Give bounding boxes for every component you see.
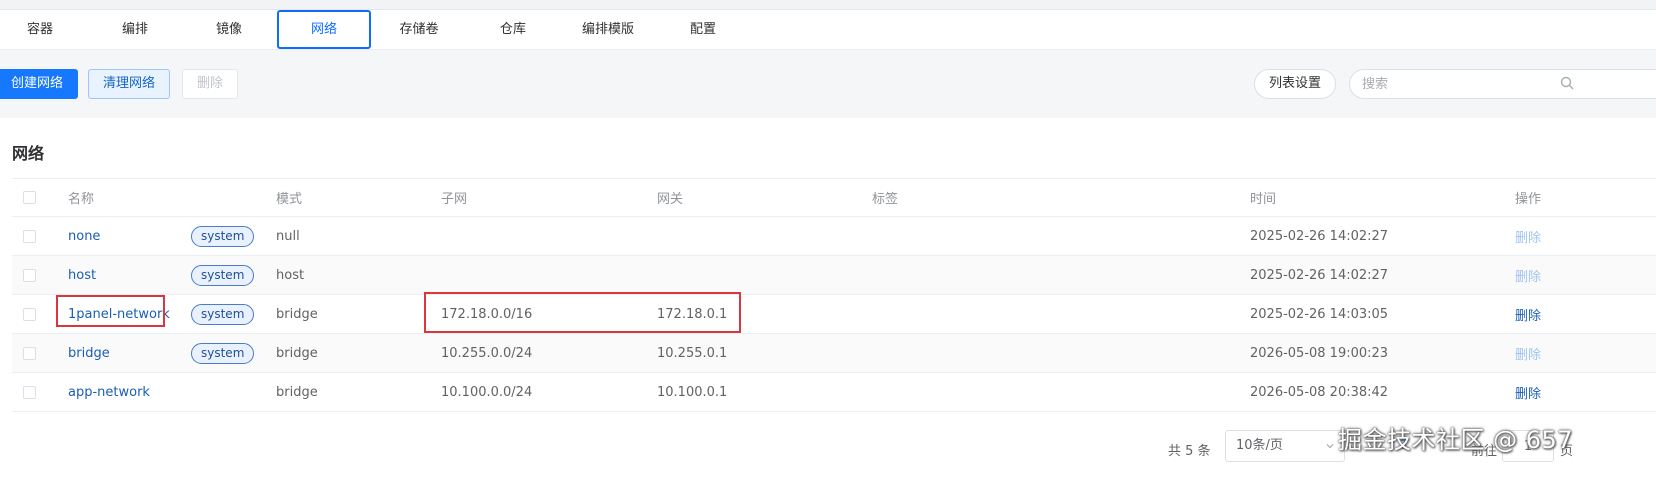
header-time: 时间 bbox=[1250, 192, 1277, 207]
header-name: 名称 bbox=[68, 192, 95, 207]
cell-time: 2025-02-26 14:02:27 bbox=[1250, 267, 1389, 283]
network-name-link[interactable]: app-network bbox=[68, 385, 150, 400]
tab-bar: 容器 编排 镜像 网络 存储卷 仓库 编排模版 配置 bbox=[0, 10, 1656, 50]
cell-mode: host bbox=[276, 267, 305, 283]
page-size-select[interactable]: 10条/页 bbox=[1225, 430, 1345, 462]
cell-labels bbox=[872, 256, 1250, 295]
delete-button[interactable]: 删除 bbox=[182, 69, 239, 99]
system-tag: system bbox=[191, 303, 255, 325]
search-icon[interactable] bbox=[1560, 76, 1574, 90]
cell-mode: bridge bbox=[276, 384, 318, 400]
tab-containers[interactable]: 容器 bbox=[0, 10, 80, 50]
pagination-total: 共 5 条 bbox=[1168, 444, 1211, 459]
search-input[interactable] bbox=[1349, 69, 1656, 99]
tab-volumes[interactable]: 存储卷 bbox=[376, 10, 462, 50]
row-delete-button[interactable]: 删除 bbox=[1515, 348, 1541, 363]
header-ops: 操作 bbox=[1515, 192, 1542, 207]
cell-gateway: 172.18.0.1 bbox=[657, 306, 728, 322]
tab-repositories[interactable]: 仓库 bbox=[470, 10, 556, 50]
row-delete-button[interactable]: 删除 bbox=[1515, 387, 1541, 402]
cell-subnet bbox=[441, 256, 657, 295]
network-name-link[interactable]: bridge bbox=[68, 346, 110, 361]
table-header: 名称 模式 子网 网关 标签 时间 操作 bbox=[12, 178, 1656, 217]
prune-network-button[interactable]: 清理网络 bbox=[88, 69, 171, 99]
table-row: 1panel-network system bridge 172.18.0.0/… bbox=[12, 295, 1656, 334]
watermark: 掘金技术社区 @ 657 bbox=[1338, 426, 1574, 454]
cell-mode: null bbox=[276, 228, 300, 244]
table-row: app-network bridge 10.100.0.0/24 10.100.… bbox=[12, 373, 1656, 412]
system-tag: system bbox=[191, 264, 255, 286]
row-delete-button[interactable]: 删除 bbox=[1515, 231, 1541, 246]
cell-gateway bbox=[657, 256, 872, 295]
top-strip bbox=[0, 0, 1656, 10]
system-tag: system bbox=[191, 342, 255, 364]
table-row: host system host 2025-02-26 14:02:27 删除 bbox=[12, 255, 1656, 295]
row-checkbox[interactable] bbox=[23, 385, 36, 399]
cell-mode: bridge bbox=[276, 345, 318, 361]
cell-subnet: 10.255.0.0/24 bbox=[441, 345, 533, 361]
cell-subnet bbox=[441, 217, 657, 256]
table-row: none system null 2025-02-26 14:02:27 删除 bbox=[12, 217, 1656, 256]
tab-config[interactable]: 配置 bbox=[660, 10, 746, 50]
row-delete-button[interactable]: 删除 bbox=[1515, 270, 1541, 285]
cell-gateway bbox=[657, 217, 872, 256]
header-gateway: 网关 bbox=[657, 192, 684, 207]
cell-subnet: 172.18.0.0/16 bbox=[441, 306, 533, 322]
cell-time: 2026-05-08 20:38:42 bbox=[1250, 384, 1389, 400]
cell-time: 2026-05-08 19:00:23 bbox=[1250, 345, 1389, 361]
cell-labels bbox=[872, 334, 1250, 373]
table-row: bridge system bridge 10.255.0.0/24 10.25… bbox=[12, 333, 1656, 373]
cell-gateway: 10.255.0.1 bbox=[657, 345, 728, 361]
cell-tag bbox=[191, 373, 276, 412]
row-checkbox[interactable] bbox=[23, 229, 36, 243]
system-tag: system bbox=[191, 225, 255, 247]
network-table: 名称 模式 子网 网关 标签 时间 操作 none system null 20… bbox=[12, 178, 1656, 412]
create-network-button[interactable]: 创建网络 bbox=[0, 69, 79, 99]
tab-images[interactable]: 镜像 bbox=[186, 10, 272, 50]
tab-compose-templates[interactable]: 编排模版 bbox=[565, 10, 651, 50]
row-delete-button[interactable]: 删除 bbox=[1515, 309, 1541, 324]
cell-labels bbox=[872, 373, 1250, 412]
cell-mode: bridge bbox=[276, 306, 318, 322]
row-checkbox[interactable] bbox=[23, 346, 36, 360]
network-name-link[interactable]: none bbox=[68, 229, 100, 244]
tab-compose[interactable]: 编排 bbox=[92, 10, 178, 50]
network-name-link[interactable]: host bbox=[68, 268, 96, 283]
header-subnet: 子网 bbox=[441, 192, 468, 207]
chevron-down-icon bbox=[1326, 444, 1334, 449]
header-mode: 模式 bbox=[276, 192, 303, 207]
page-title: 网络 bbox=[12, 144, 45, 163]
tab-networks[interactable]: 网络 bbox=[277, 10, 371, 49]
network-panel: 网络 名称 模式 子网 网关 标签 时间 操作 none system null… bbox=[0, 118, 1656, 487]
cell-time: 2025-02-26 14:03:05 bbox=[1250, 306, 1389, 322]
cell-gateway: 10.100.0.1 bbox=[657, 384, 728, 400]
network-name-link[interactable]: 1panel-network bbox=[68, 307, 170, 322]
cell-time: 2025-02-26 14:02:27 bbox=[1250, 228, 1389, 244]
cell-labels bbox=[872, 295, 1250, 334]
cell-subnet: 10.100.0.0/24 bbox=[441, 384, 533, 400]
select-all-checkbox[interactable] bbox=[23, 191, 36, 204]
page-size-value: 10条/页 bbox=[1236, 438, 1283, 453]
list-settings-button[interactable]: 列表设置 bbox=[1254, 69, 1337, 99]
toolbar: 创建网络 清理网络 删除 列表设置 bbox=[0, 50, 1656, 118]
row-checkbox[interactable] bbox=[23, 268, 36, 282]
cell-labels bbox=[872, 217, 1250, 256]
header-labels: 标签 bbox=[872, 192, 899, 207]
row-checkbox[interactable] bbox=[23, 307, 36, 321]
